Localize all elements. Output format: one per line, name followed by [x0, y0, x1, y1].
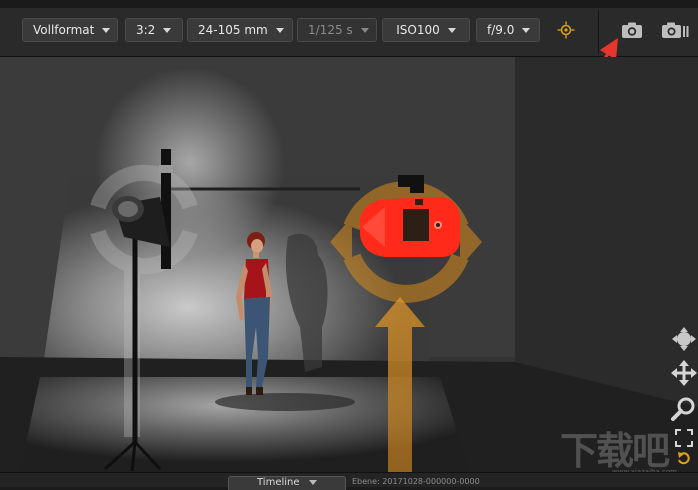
chevron-down-icon — [522, 27, 531, 33]
chevron-down-icon — [275, 27, 284, 33]
orbit-icon[interactable] — [670, 326, 698, 352]
status-text: Ebene: 20171028-000000-0000 — [352, 477, 480, 486]
iso-label: ISO100 — [396, 23, 440, 37]
shutter-speed-dropdown[interactable]: 1/125 s — [297, 18, 377, 42]
reset-icon[interactable] — [670, 448, 698, 470]
aspect-ratio-label: 3:2 — [136, 23, 156, 37]
watermark-logo: 下载吧 — [560, 429, 670, 473]
sensor-format-dropdown[interactable]: Vollformat — [22, 18, 118, 42]
chevron-down-icon — [447, 27, 456, 33]
timeline-tab[interactable]: Timeline — [228, 476, 346, 490]
zoom-icon[interactable] — [670, 396, 698, 422]
fit-icon[interactable] — [670, 428, 698, 448]
toolbar-top-strip — [0, 0, 698, 8]
sensor-format-label: Vollformat — [33, 23, 95, 37]
pan-icon[interactable] — [670, 360, 698, 386]
chevron-down-icon — [102, 27, 111, 33]
focal-length-dropdown[interactable]: 24-105 mm — [187, 18, 293, 42]
focal-length-label: 24-105 mm — [198, 23, 268, 37]
video-camera-icon[interactable] — [660, 19, 690, 41]
chevron-down-icon — [308, 480, 317, 485]
studio-viewport[interactable] — [0, 57, 698, 472]
iso-dropdown[interactable]: ISO100 — [382, 18, 470, 42]
aperture-dropdown[interactable]: f/9.0 — [476, 18, 540, 42]
shutter-speed-label: 1/125 s — [308, 23, 353, 37]
timeline-label: Timeline — [257, 477, 300, 488]
aspect-ratio-dropdown[interactable]: 3:2 — [125, 18, 183, 42]
bottom-status-bar — [0, 472, 698, 487]
aperture-label: f/9.0 — [487, 23, 515, 37]
chevron-down-icon — [163, 27, 172, 33]
chevron-down-icon — [360, 27, 369, 33]
